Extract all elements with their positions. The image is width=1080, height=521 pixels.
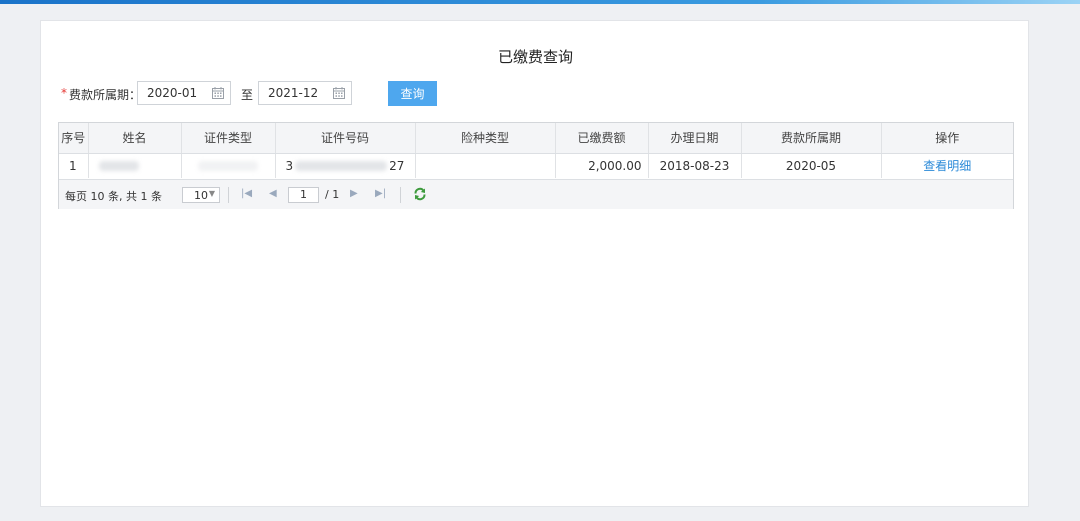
id-number-suffix: 27 [389,158,405,173]
id-number-prefix: 3 [285,158,294,173]
calendar-icon[interactable] [333,87,345,99]
page-title: 已缴费查询 [497,48,573,66]
top-accent-bar [0,0,1080,4]
end-date-value: 2021-12 [268,86,319,100]
start-date-value: 2020-01 [147,86,198,100]
refresh-icon[interactable] [413,187,427,201]
pager-summary: 每页 10 条, 共 1 条 [65,190,162,203]
column-header-action: 操作 [881,123,1013,154]
pager-divider [400,187,401,203]
page-total: / 1 [325,188,340,201]
column-header-id-type: 证件类型 [181,123,276,154]
view-details-link[interactable]: 查看明细 [881,153,1013,178]
column-header-id-number: 证件号码 [275,123,416,154]
cell-handle-date: 2018-08-23 [648,153,742,178]
column-header-amount: 已缴费额 [555,123,649,154]
query-button[interactable]: 查询 [388,81,437,106]
page-size-value: 10 [194,189,208,202]
page-size-select[interactable]: 10 ▼ [182,187,220,203]
last-page-icon[interactable]: ▶| [375,188,386,199]
table-row[interactable]: 1 3 27 2,000.00 2018-08-23 2020-05 查看明细 [59,153,1013,178]
content-panel: 已缴费查询 * 费款所属期： 2020-01 至 2021-12 查询 序号 姓… [40,20,1029,507]
next-page-icon[interactable]: ▶ [350,188,358,199]
cell-index: 1 [59,153,89,178]
required-mark: * [61,86,67,100]
column-header-insurance-type: 险种类型 [415,123,556,154]
cell-id-number: 3 27 [275,153,416,178]
column-header-handle-date: 办理日期 [648,123,742,154]
table-header-row: 序号 姓名 证件类型 证件号码 险种类型 已缴费额 办理日期 费款所属期 操作 [59,123,1013,154]
column-header-name: 姓名 [88,123,182,154]
payment-table: 序号 姓名 证件类型 证件号码 险种类型 已缴费额 办理日期 费款所属期 操作 … [58,122,1014,209]
calendar-icon[interactable] [212,87,224,99]
prev-page-icon[interactable]: ◀ [269,188,277,199]
column-header-fee-period: 费款所属期 [741,123,882,154]
cell-amount: 2,000.00 [555,153,649,178]
end-date-field[interactable]: 2021-12 [258,81,352,105]
cell-id-type-redacted [181,153,276,178]
pagination-bar: 每页 10 条, 共 1 条 10 ▼ |◀ ◀ 1 / 1 ▶ ▶| [59,179,1013,209]
column-header-index: 序号 [59,123,89,154]
start-date-field[interactable]: 2020-01 [137,81,231,105]
pager-divider [228,187,229,203]
chevron-down-icon: ▼ [208,189,215,198]
page-number-input[interactable]: 1 [288,187,319,203]
cell-name-redacted [88,153,182,178]
fee-period-label: 费款所属期： [69,88,142,102]
date-range-separator: 至 [241,88,254,102]
cell-fee-period: 2020-05 [741,153,882,178]
first-page-icon[interactable]: |◀ [241,188,252,199]
cell-insurance-type-redacted [415,153,556,178]
